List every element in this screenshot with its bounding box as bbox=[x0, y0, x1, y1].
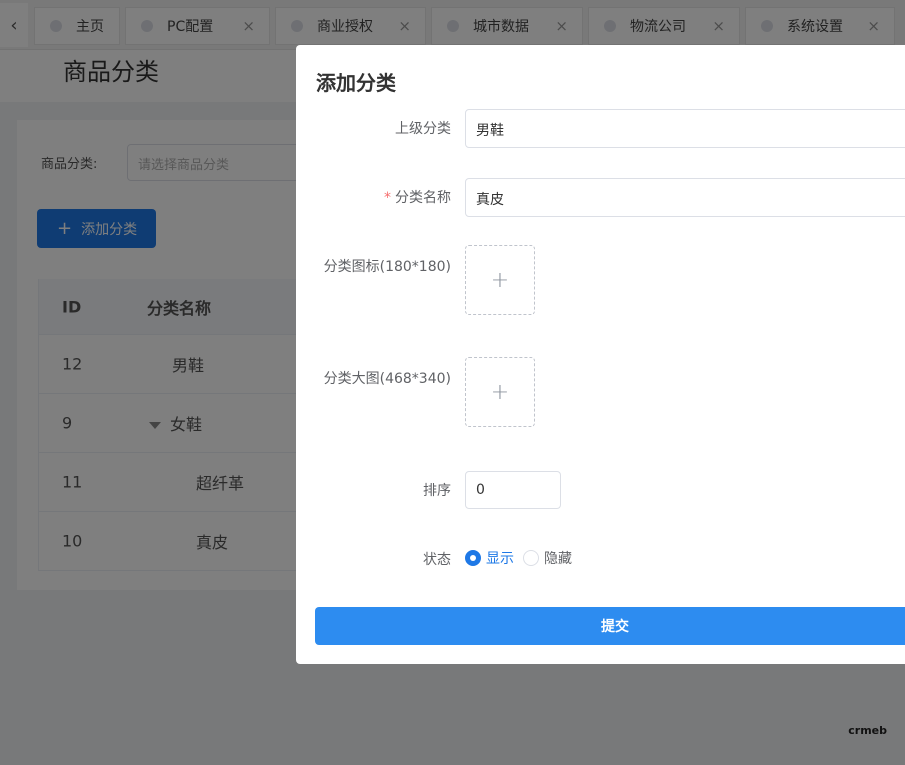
add-category-dialog: 添加分类 上级分类 男鞋 * 分类名称 真皮 分类图标(180*180) + 分类… bbox=[296, 45, 905, 664]
category-banner-label: 分类大图(468*340) bbox=[323, 371, 451, 387]
category-name-input[interactable]: 真皮 bbox=[465, 178, 905, 217]
category-icon-uploader[interactable]: + bbox=[465, 245, 535, 315]
status-label: 状态 bbox=[423, 552, 451, 568]
category-banner-uploader[interactable]: + bbox=[465, 357, 535, 427]
sort-label: 排序 bbox=[423, 483, 451, 499]
status-hide-label[interactable]: 隐藏 bbox=[544, 548, 572, 568]
status-radio-group: 显示 隐藏 bbox=[465, 548, 581, 568]
watermark-logo: crmeb bbox=[848, 724, 887, 737]
plus-icon: + bbox=[490, 379, 510, 405]
category-name-label: * 分类名称 bbox=[384, 187, 451, 207]
parent-category-select[interactable]: 男鞋 bbox=[465, 109, 905, 148]
status-show-radio[interactable] bbox=[465, 550, 481, 566]
sort-input[interactable]: 0 bbox=[465, 471, 561, 509]
status-hide-radio[interactable] bbox=[523, 550, 539, 566]
category-name-label-text: 分类名称 bbox=[395, 190, 451, 206]
plus-icon: + bbox=[490, 267, 510, 293]
parent-category-label: 上级分类 bbox=[395, 121, 451, 137]
dialog-title: 添加分类 bbox=[316, 71, 396, 95]
required-marker: * bbox=[384, 190, 391, 206]
category-icon-label: 分类图标(180*180) bbox=[323, 259, 451, 275]
submit-button[interactable]: 提交 bbox=[315, 607, 905, 645]
status-show-label[interactable]: 显示 bbox=[486, 548, 514, 568]
